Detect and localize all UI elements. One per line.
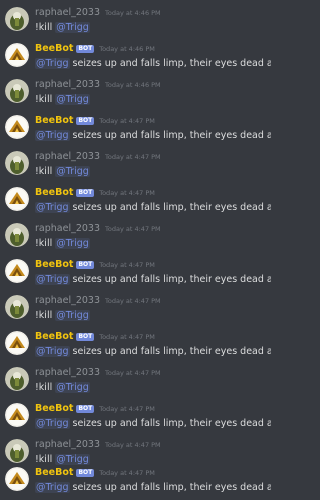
author-name[interactable]: raphael_2033 xyxy=(35,151,100,162)
message-text: !kill @Trigg xyxy=(35,94,90,105)
message: raphael_2033 Today at 4:47 PM !kill @Trig… xyxy=(0,439,274,469)
author-name[interactable]: raphael_2033 xyxy=(35,439,100,450)
timestamp: Today at 4:47 PM xyxy=(105,369,161,377)
bot-badge: BOT xyxy=(76,261,95,269)
message-text: @Trigg seizes up and falls limp, their e… xyxy=(35,130,271,141)
message-text: @Trigg seizes up and falls limp, their e… xyxy=(35,346,271,357)
timestamp: Today at 4:46 PM xyxy=(105,9,161,17)
message-text: @Trigg seizes up and falls limp, their e… xyxy=(35,418,271,429)
timestamp: Today at 4:46 PM xyxy=(105,81,161,89)
timestamp: Today at 4:47 PM xyxy=(105,297,161,305)
author-name[interactable]: BeeBot xyxy=(35,403,73,414)
message: raphael_2033 Today at 4:47 PM !kill @Trig… xyxy=(0,223,274,253)
timestamp: Today at 4:47 PM xyxy=(105,441,161,449)
author-name[interactable]: raphael_2033 xyxy=(35,367,100,378)
bee-avatar-icon[interactable] xyxy=(5,403,29,427)
message-text: !kill @Trigg xyxy=(35,454,90,465)
timestamp: Today at 4:47 PM xyxy=(99,189,155,197)
bot-badge: BOT xyxy=(76,189,95,197)
author-name[interactable]: raphael_2033 xyxy=(35,79,100,90)
author-name[interactable]: raphael_2033 xyxy=(35,7,100,18)
user-mention[interactable]: @Trigg xyxy=(35,58,70,69)
message: BeeBot BOT Today at 4:47 PM @Trigg seizes … xyxy=(0,187,274,217)
user-mention[interactable]: @Trigg xyxy=(55,382,90,393)
timestamp: Today at 4:47 PM xyxy=(105,153,161,161)
user-mention[interactable]: @Trigg xyxy=(35,346,70,357)
message: BeeBot BOT Today at 4:47 PM @Trigg seizes … xyxy=(0,259,274,289)
bot-badge: BOT xyxy=(76,405,95,413)
timestamp: Today at 4:47 PM xyxy=(99,469,155,477)
author-name[interactable]: raphael_2033 xyxy=(35,295,100,306)
timestamp: Today at 4:47 PM xyxy=(99,333,155,341)
bee-avatar-icon[interactable] xyxy=(5,467,29,491)
bee-avatar-icon[interactable] xyxy=(5,43,29,67)
message-text: @Trigg seizes up and falls limp, their e… xyxy=(35,58,271,69)
user-mention[interactable]: @Trigg xyxy=(35,482,70,493)
user-mention[interactable]: @Trigg xyxy=(35,202,70,213)
author-name[interactable]: BeeBot xyxy=(35,331,73,342)
message-text: !kill @Trigg xyxy=(35,238,90,249)
bee-avatar-icon[interactable] xyxy=(5,187,29,211)
message-text: !kill @Trigg xyxy=(35,382,90,393)
author-name[interactable]: BeeBot xyxy=(35,259,73,270)
message-text: @Trigg seizes up and falls limp, their e… xyxy=(35,202,271,213)
user-mention[interactable]: @Trigg xyxy=(55,310,90,321)
author-name[interactable]: raphael_2033 xyxy=(35,223,100,234)
user-mention[interactable]: @Trigg xyxy=(35,418,70,429)
bot-badge: BOT xyxy=(76,45,95,53)
bot-badge: BOT xyxy=(76,469,95,477)
bot-badge: BOT xyxy=(76,117,95,125)
user-mention[interactable]: @Trigg xyxy=(55,454,90,465)
user-avatar-icon[interactable] xyxy=(5,439,29,463)
message: BeeBot BOT Today at 4:47 PM @Trigg seizes … xyxy=(0,467,274,497)
message: raphael_2033 Today at 4:47 PM !kill @Trig… xyxy=(0,151,274,181)
message: BeeBot BOT Today at 4:47 PM @Trigg seizes … xyxy=(0,331,274,361)
timestamp: Today at 4:47 PM xyxy=(105,225,161,233)
timestamp: Today at 4:47 PM xyxy=(99,117,155,125)
user-avatar-icon[interactable] xyxy=(5,79,29,103)
user-avatar-icon[interactable] xyxy=(5,223,29,247)
message: BeeBot BOT Today at 4:46 PM @Trigg seizes … xyxy=(0,43,274,73)
user-avatar-icon[interactable] xyxy=(5,7,29,31)
message-text: @Trigg seizes up and falls limp, their e… xyxy=(35,482,271,493)
user-mention[interactable]: @Trigg xyxy=(35,130,70,141)
user-avatar-icon[interactable] xyxy=(5,151,29,175)
message: raphael_2033 Today at 4:47 PM !kill @Trig… xyxy=(0,295,274,325)
timestamp: Today at 4:46 PM xyxy=(99,45,155,53)
bee-avatar-icon[interactable] xyxy=(5,331,29,355)
user-avatar-icon[interactable] xyxy=(5,295,29,319)
user-mention[interactable]: @Trigg xyxy=(55,94,90,105)
message-text: !kill @Trigg xyxy=(35,166,90,177)
author-name[interactable]: BeeBot xyxy=(35,187,73,198)
author-name[interactable]: BeeBot xyxy=(35,467,73,478)
message: raphael_2033 Today at 4:47 PM !kill @Trig… xyxy=(0,367,274,397)
author-name[interactable]: BeeBot xyxy=(35,43,73,54)
bee-avatar-icon[interactable] xyxy=(5,115,29,139)
message-text: @Trigg seizes up and falls limp, their e… xyxy=(35,274,271,285)
message-text: !kill @Trigg xyxy=(35,310,90,321)
user-avatar-icon[interactable] xyxy=(5,367,29,391)
user-mention[interactable]: @Trigg xyxy=(55,238,90,249)
author-name[interactable]: BeeBot xyxy=(35,115,73,126)
message: BeeBot BOT Today at 4:47 PM @Trigg seizes … xyxy=(0,115,274,145)
chat-log: raphael_2033 Today at 4:46 PM !kill @Trig… xyxy=(0,0,274,500)
user-mention[interactable]: @Trigg xyxy=(55,166,90,177)
bee-avatar-icon[interactable] xyxy=(5,259,29,283)
message: raphael_2033 Today at 4:46 PM !kill @Trig… xyxy=(0,79,274,109)
message: BeeBot BOT Today at 4:47 PM @Trigg seizes … xyxy=(0,403,274,433)
timestamp: Today at 4:47 PM xyxy=(99,405,155,413)
bot-badge: BOT xyxy=(76,333,95,341)
user-mention[interactable]: @Trigg xyxy=(35,274,70,285)
timestamp: Today at 4:47 PM xyxy=(99,261,155,269)
message-text: !kill @Trigg xyxy=(35,22,90,33)
user-mention[interactable]: @Trigg xyxy=(55,22,90,33)
message: raphael_2033 Today at 4:46 PM !kill @Trig… xyxy=(0,7,274,37)
